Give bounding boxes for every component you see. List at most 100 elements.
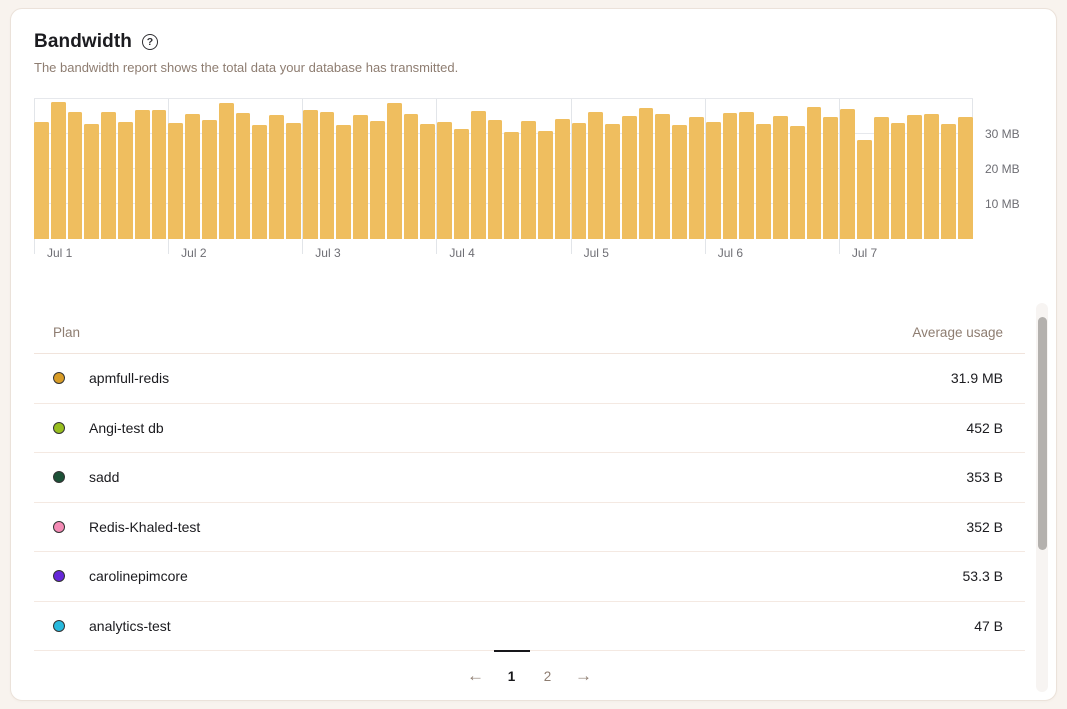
x-axis-label: Jul 7: [852, 246, 877, 260]
chart-bar[interactable]: [773, 116, 788, 239]
next-page-button[interactable]: →: [566, 650, 602, 684]
table-row: analytics-test 47 B: [34, 602, 1025, 652]
chart-bar[interactable]: [252, 125, 267, 239]
chart-bar[interactable]: [572, 123, 587, 239]
chart-plot: 10 MB20 MB30 MBJul 1Jul 2Jul 3Jul 4Jul 5…: [34, 99, 973, 239]
chart-bar[interactable]: [336, 125, 351, 239]
table-scrollbar-thumb[interactable]: [1038, 317, 1047, 550]
page-subtitle: The bandwidth report shows the total dat…: [34, 60, 458, 75]
plan-name: apmfull-redis: [89, 370, 169, 386]
chart-bar[interactable]: [807, 107, 822, 239]
chart-bar[interactable]: [790, 126, 805, 239]
chart-bar[interactable]: [84, 124, 99, 240]
chart-bar[interactable]: [521, 121, 536, 239]
card-header: Bandwidth ? The bandwidth report shows t…: [34, 31, 458, 75]
usage-value: 352 B: [966, 519, 1003, 535]
table-row: carolinepimcore53.3 B: [34, 552, 1025, 602]
chart-bar[interactable]: [941, 124, 956, 240]
chart-bar[interactable]: [168, 123, 183, 239]
chart-bar[interactable]: [269, 115, 284, 239]
chart-bar[interactable]: [353, 115, 368, 239]
chart-bar[interactable]: [756, 124, 771, 240]
chart-bar[interactable]: [34, 122, 49, 239]
y-axis-label: 10 MB: [985, 197, 1020, 211]
chart-bar[interactable]: [739, 112, 754, 239]
table-row: Angi-test db452 B: [34, 404, 1025, 454]
chart-bar[interactable]: [437, 122, 452, 239]
plan-color-dot-icon: [53, 471, 65, 483]
chart-bar[interactable]: [639, 108, 654, 239]
chart-bar[interactable]: [823, 117, 838, 240]
chart-bar[interactable]: [387, 103, 402, 239]
chart-bar[interactable]: [101, 112, 116, 239]
plan-color-dot-icon: [53, 372, 65, 384]
chart-bar[interactable]: [202, 120, 217, 239]
page-title: Bandwidth: [34, 31, 132, 53]
chart-bar[interactable]: [622, 116, 637, 239]
chart-bar[interactable]: [236, 113, 251, 239]
chart-bar[interactable]: [185, 114, 200, 239]
chart-bar[interactable]: [286, 123, 301, 239]
usage-value: 47 B: [974, 618, 1003, 634]
arrow-left-icon: ←: [467, 666, 484, 685]
usage-value: 353 B: [966, 469, 1003, 485]
chart-bar[interactable]: [723, 113, 738, 239]
plan-color-dot-icon: [53, 570, 65, 582]
bandwidth-card: Bandwidth ? The bandwidth report shows t…: [10, 8, 1057, 701]
table-row: sadd 353 B: [34, 453, 1025, 503]
table-header: Plan Average usage: [34, 311, 1025, 354]
chart-bar[interactable]: [689, 117, 704, 239]
chart-bar[interactable]: [420, 124, 435, 239]
plan-color-dot-icon: [53, 521, 65, 533]
column-average-usage: Average usage: [912, 325, 1003, 340]
plan-name: sadd: [89, 469, 119, 485]
chart-bar[interactable]: [891, 123, 906, 239]
chart-bar[interactable]: [152, 110, 167, 239]
table-body: apmfull-redis31.9 MBAngi-test db452 Bsad…: [34, 354, 1025, 651]
chart-bar[interactable]: [924, 114, 939, 239]
chart-bar[interactable]: [51, 102, 66, 239]
x-axis-label: Jul 4: [449, 246, 474, 260]
chart-bar[interactable]: [404, 114, 419, 239]
usage-value: 31.9 MB: [951, 370, 1003, 386]
chart-bar[interactable]: [588, 112, 603, 239]
chart-bar[interactable]: [857, 140, 872, 239]
chart-bar[interactable]: [68, 112, 83, 239]
chart-bar[interactable]: [605, 124, 620, 239]
plan-name: Redis-Khaled-test: [89, 519, 200, 535]
usage-value: 452 B: [966, 420, 1003, 436]
plan-name: analytics-test: [89, 618, 171, 634]
chart-bar[interactable]: [504, 132, 519, 239]
chart-bar[interactable]: [555, 119, 570, 239]
chart-bar[interactable]: [303, 110, 318, 239]
chart-bar[interactable]: [454, 129, 469, 239]
chart-bars: [34, 99, 973, 239]
chart-bar[interactable]: [874, 117, 889, 239]
chart-bar[interactable]: [907, 115, 922, 239]
chart-bar[interactable]: [655, 114, 670, 239]
chart-bar[interactable]: [706, 122, 721, 239]
chart-bar[interactable]: [219, 103, 234, 240]
table-scrollbar-track[interactable]: [1036, 303, 1048, 692]
x-axis-label: Jul 6: [718, 246, 743, 260]
chart-bar[interactable]: [135, 110, 150, 239]
chart-bar[interactable]: [118, 122, 133, 239]
chart-bar[interactable]: [672, 125, 687, 239]
x-axis-label: Jul 2: [181, 246, 206, 260]
chart-bar[interactable]: [488, 120, 503, 239]
chart-bar[interactable]: [471, 111, 486, 239]
usage-table: Plan Average usage apmfull-redis 31.9 MB A…: [34, 311, 1025, 684]
chart-bar[interactable]: [320, 112, 335, 239]
page-number-1[interactable]: 1: [494, 650, 530, 684]
chart-bar[interactable]: [840, 109, 855, 239]
chart-bar[interactable]: [958, 117, 973, 239]
y-axis-label: 20 MB: [985, 162, 1020, 176]
help-question-icon[interactable]: ?: [142, 34, 158, 50]
bandwidth-chart: 10 MB20 MB30 MBJul 1Jul 2Jul 3Jul 4Jul 5…: [34, 91, 1034, 261]
page-numbers: 12: [494, 650, 566, 684]
arrow-right-icon: →: [575, 666, 592, 685]
chart-bar[interactable]: [538, 131, 553, 239]
prev-page-button[interactable]: ←: [458, 650, 494, 684]
chart-bar[interactable]: [370, 121, 385, 239]
page-number-2[interactable]: 2: [530, 650, 566, 684]
